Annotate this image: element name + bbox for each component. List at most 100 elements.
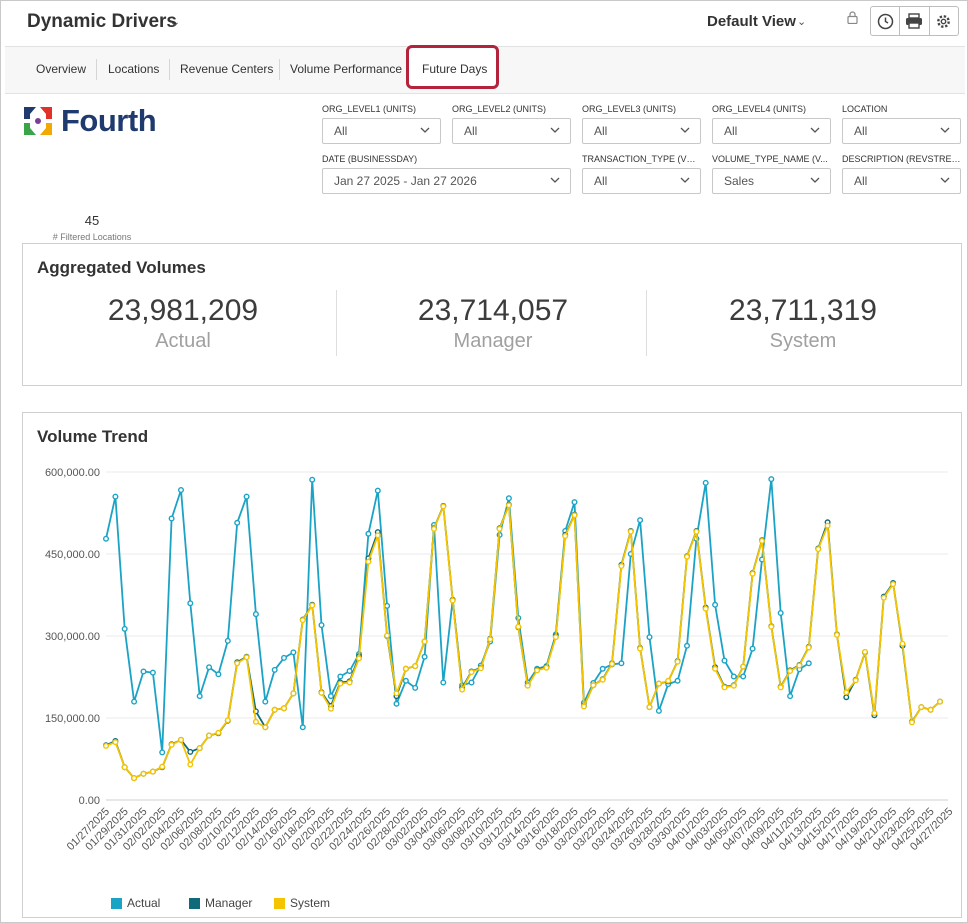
tab-revenue-centers[interactable]: Revenue Centers: [180, 62, 273, 76]
data-point-system: [515, 623, 522, 630]
data-point-system: [431, 525, 438, 532]
kpi-manager: 23,714,057 Manager: [338, 294, 648, 353]
data-point-system: [609, 660, 616, 667]
settings-button[interactable]: [930, 7, 958, 35]
data-point-system: [937, 698, 944, 705]
chevron-down-icon[interactable]: ⌄: [169, 13, 181, 30]
data-point-actual: [168, 515, 175, 522]
data-point-system: [206, 732, 213, 739]
aggregated-volumes-card: Aggregated Volumes 23,981,209 Actual 23,…: [22, 243, 962, 386]
data-point-system: [712, 665, 719, 672]
data-point-actual: [299, 724, 306, 731]
data-point-actual: [468, 679, 475, 686]
data-point-actual: [224, 637, 231, 644]
filter-dropdown[interactable]: All: [712, 118, 831, 144]
data-point-system: [271, 706, 278, 713]
data-point-system: [543, 664, 550, 671]
tab-future-days-highlight[interactable]: Future Days: [406, 45, 499, 89]
kpi-actual: 23,981,209 Actual: [28, 294, 338, 353]
data-point-system: [149, 768, 156, 775]
filter-org-level1: ORG_LEVEL1 (UNITS) All: [322, 104, 441, 144]
data-point-system: [356, 655, 363, 662]
tab-divider: [169, 59, 170, 80]
data-point-system: [281, 705, 288, 712]
data-point-system: [318, 689, 325, 696]
data-point-system: [918, 704, 925, 711]
data-point-system: [852, 677, 859, 684]
data-point-actual: [646, 634, 653, 641]
lock-icon[interactable]: [847, 11, 858, 24]
gear-icon: [937, 14, 951, 28]
series-line-system: [105, 504, 941, 779]
data-point-system: [393, 690, 400, 697]
y-tick-label: 450,000.00: [45, 549, 100, 561]
filter-label: VOLUME_TYPE_NAME (V...: [712, 154, 828, 164]
dashboard-title[interactable]: Dynamic Drivers: [27, 11, 177, 33]
chevron-down-icon: [810, 177, 820, 183]
filter-value: All: [334, 124, 348, 138]
tab-volume-performance[interactable]: Volume Performance: [290, 62, 402, 76]
tab-locations[interactable]: Locations: [108, 62, 159, 76]
view-selector[interactable]: Default View: [707, 13, 796, 30]
data-point-actual: [252, 611, 259, 618]
data-point-system: [112, 739, 119, 746]
legend-item-actual[interactable]: Actual: [111, 896, 160, 910]
filter-dropdown[interactable]: All: [842, 168, 961, 194]
legend-item-manager[interactable]: Manager: [189, 896, 252, 910]
data-point-actual: [440, 679, 447, 686]
data-point-system: [412, 663, 419, 670]
chevron-down-icon: [420, 127, 430, 133]
data-point-actual: [234, 519, 241, 526]
kpi-divider: [336, 290, 337, 356]
filter-dropdown[interactable]: All: [452, 118, 571, 144]
chevron-down-icon: [940, 127, 950, 133]
filtered-locations-label: # Filtered Locations: [52, 232, 132, 242]
schedule-button[interactable]: [871, 7, 901, 35]
data-point-system: [646, 704, 653, 711]
data-point-system: [496, 525, 503, 532]
toolbar-icon-group: [870, 6, 959, 36]
data-point-system: [702, 605, 709, 612]
chevron-down-icon[interactable]: ⌄: [797, 15, 806, 28]
data-point-actual: [618, 660, 625, 667]
data-point-system: [384, 632, 391, 639]
filter-dropdown[interactable]: All: [582, 118, 701, 144]
data-point-system: [534, 667, 541, 674]
data-point-actual: [571, 499, 578, 506]
y-tick-label: 150,000.00: [45, 713, 100, 725]
data-point-system: [177, 736, 184, 743]
kpi-value: 23,981,209: [107, 294, 259, 327]
data-point-system: [224, 717, 231, 724]
data-point-actual: [777, 609, 784, 616]
y-tick-label: 600,000.00: [45, 467, 100, 479]
data-point-system: [674, 658, 681, 665]
data-point-actual: [271, 666, 278, 673]
data-point-system: [140, 770, 147, 777]
filter-label: ORG_LEVEL1 (UNITS): [322, 104, 417, 114]
data-point-system: [796, 662, 803, 669]
print-button[interactable]: [900, 7, 930, 35]
filter-dropdown[interactable]: Jan 27 2025 - Jan 27 2026: [322, 168, 571, 194]
filter-dropdown[interactable]: All: [842, 118, 961, 144]
filter-dropdown[interactable]: All: [582, 168, 701, 194]
tab-future-days[interactable]: Future Days: [422, 62, 487, 76]
data-point-actual: [730, 673, 737, 680]
data-point-system: [421, 638, 428, 645]
data-point-system: [740, 663, 747, 670]
filter-dropdown[interactable]: Sales: [712, 168, 831, 194]
filter-label: ORG_LEVEL2 (UNITS): [452, 104, 547, 114]
filter-label: DATE (BUSINESSDAY): [322, 154, 418, 164]
data-point-system: [327, 705, 334, 712]
volume-trend-chart[interactable]: 0.00 150,000.00 300,000.00 450,000.00 600,00…: [23, 413, 961, 893]
filter-label: LOCATION: [842, 104, 888, 114]
data-point-actual: [149, 669, 156, 676]
tab-overview[interactable]: Overview: [36, 62, 86, 76]
legend-item-system[interactable]: System: [274, 896, 330, 910]
filter-value: All: [594, 174, 608, 188]
data-point-system: [243, 654, 250, 661]
data-point-system: [815, 546, 822, 553]
filter-dropdown[interactable]: All: [322, 118, 441, 144]
data-point-actual: [637, 517, 644, 524]
data-point-system: [805, 644, 812, 651]
data-point-system: [477, 665, 484, 672]
